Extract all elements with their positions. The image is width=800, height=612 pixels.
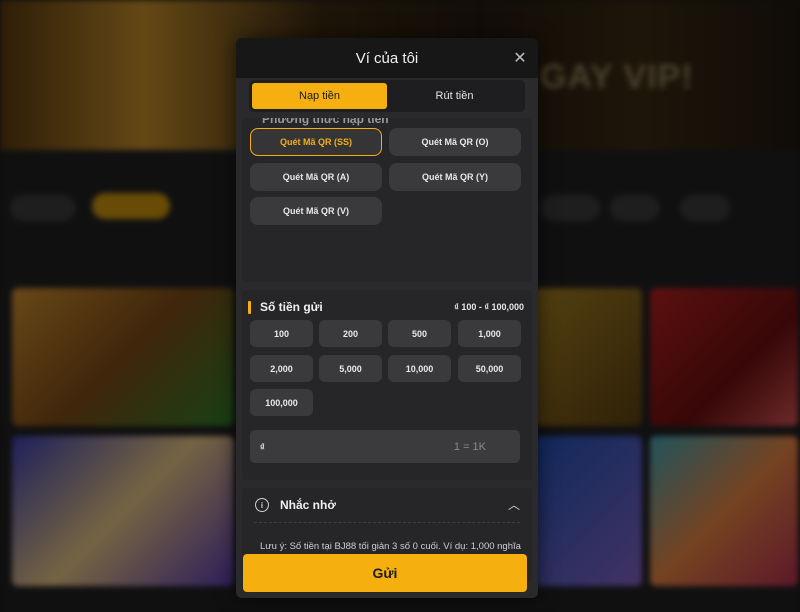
info-icon: i [255,498,269,512]
tab-withdraw[interactable]: Rút tiền [387,83,522,109]
tab-deposit[interactable]: Nạp tiền [252,83,387,109]
submit-button[interactable]: Gửi [243,554,527,592]
amount-preset-button[interactable]: 100 [250,320,313,347]
section-accent-bar [248,301,251,314]
divider [254,522,520,523]
modal-title: Ví của tôi [355,49,419,67]
amount-preset-button[interactable]: 500 [388,320,451,347]
amount-preset-button[interactable]: 10,000 [388,355,451,382]
method-qr-ss-button[interactable]: Quét Mã QR (SS) [250,128,382,156]
deposit-amount-range: ₫ 100 - ₫ 100,000 [454,302,524,312]
method-qr-v-button[interactable]: Quét Mã QR (V) [250,197,382,225]
close-icon[interactable]: ✕ [510,48,530,68]
modal-header: Ví của tôi ✕ [236,38,538,78]
wallet-modal: Ví của tôi ✕ Nạp tiền Rút tiền Phương th… [236,38,538,598]
payment-methods-title: Phương thức nạp tiền [262,118,389,126]
amount-preset-button[interactable]: 50,000 [458,355,521,382]
chevron-up-icon[interactable]: ︿ [508,496,520,513]
reminder-title: Nhắc nhở [280,498,336,512]
currency-symbol: ₫ [260,441,265,452]
reminder-header[interactable]: i Nhắc nhở ︿ [242,488,532,522]
amount-preset-button[interactable]: 5,000 [319,355,382,382]
method-qr-a-button[interactable]: Quét Mã QR (A) [250,163,382,191]
deposit-amount-section: Số tiền gửi ₫ 100 - ₫ 100,000 100 200 50… [242,290,532,480]
payment-methods-section: Phương thức nạp tiền Quét Mã QR (SS) Qué… [242,118,532,282]
method-qr-y-button[interactable]: Quét Mã QR (Y) [389,163,521,191]
method-qr-o-button[interactable]: Quét Mã QR (O) [389,128,521,156]
deposit-amount-title: Số tiền gửi [260,300,323,314]
amount-unit-hint: 1 = 1K [453,440,486,453]
amount-preset-button[interactable]: 1,000 [458,320,521,347]
amount-preset-button[interactable]: 100,000 [250,389,313,416]
wallet-tabs: Nạp tiền Rút tiền [249,80,525,112]
amount-preset-button[interactable]: 200 [319,320,382,347]
amount-preset-button[interactable]: 2,000 [250,355,313,382]
deposit-amount-input[interactable]: ₫ 1 = 1K [250,430,520,463]
